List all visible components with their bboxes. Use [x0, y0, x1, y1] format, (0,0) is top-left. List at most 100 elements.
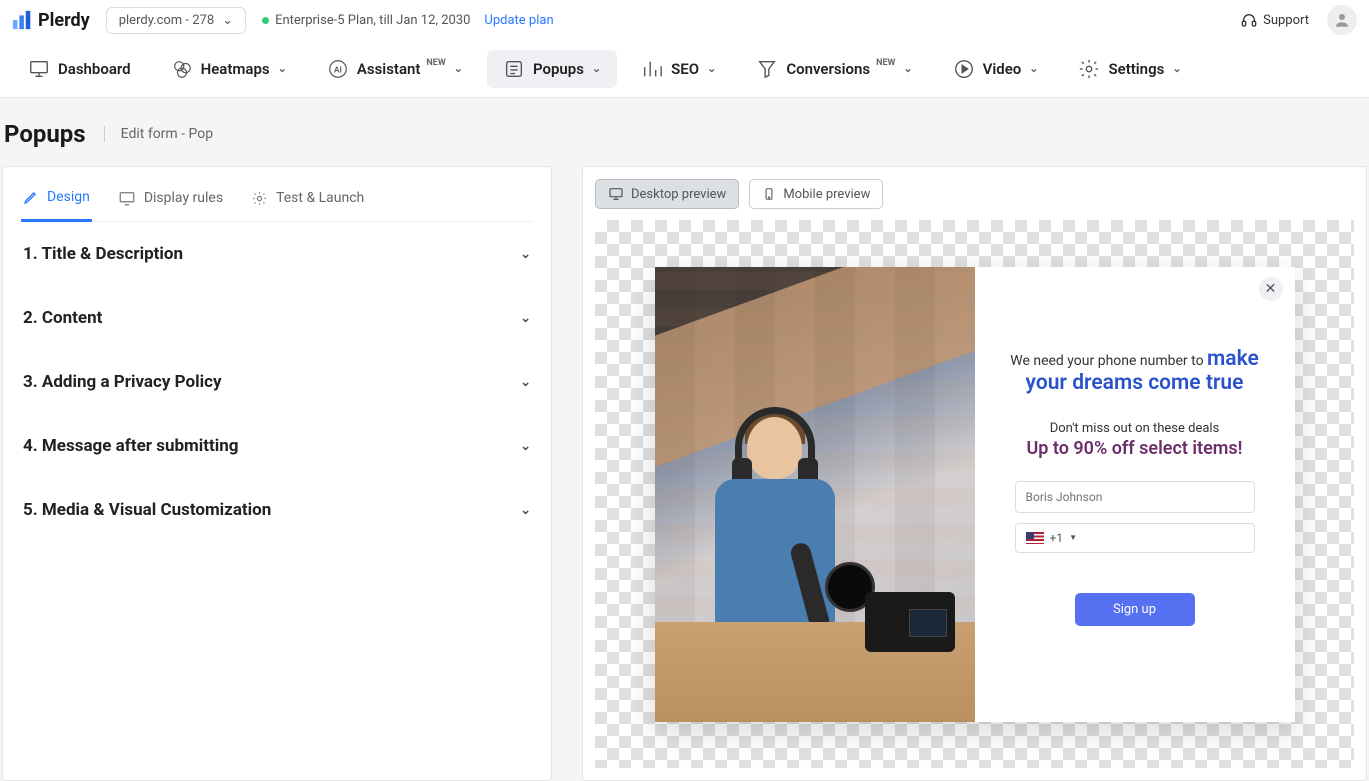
site-selector-label: plerdy.com - 278 — [119, 13, 214, 28]
plerdy-logo-icon — [12, 9, 34, 31]
brand-name: Plerdy — [38, 10, 90, 31]
section-label: 3. Adding a Privacy Policy — [23, 372, 222, 392]
nav-heatmaps[interactable]: Heatmaps ⌄ — [155, 50, 303, 88]
nav-video-label: Video — [983, 60, 1022, 78]
section-label: 1. Title & Description — [23, 244, 183, 264]
new-badge: NEW — [876, 58, 895, 68]
nav-popups-label: Popups — [533, 60, 584, 78]
nav-settings[interactable]: Settings ⌄ — [1062, 50, 1197, 88]
editor-tabs: Design Display rules Test & Launch — [21, 167, 533, 222]
nav-dashboard[interactable]: Dashboard — [12, 50, 147, 88]
new-badge: NEW — [426, 58, 445, 68]
workspace: Design Display rules Test & Launch 1. Ti… — [0, 166, 1369, 781]
mobile-icon — [762, 186, 776, 202]
user-avatar[interactable] — [1327, 5, 1357, 35]
close-button[interactable]: ✕ — [1259, 277, 1283, 301]
heatmap-icon — [171, 58, 193, 80]
nav-seo[interactable]: SEO ⌄ — [625, 50, 732, 88]
topbar: Plerdy plerdy.com - 278 ⌄ Enterprise-5 P… — [0, 0, 1369, 40]
mobile-preview-button[interactable]: Mobile preview — [749, 179, 883, 209]
desktop-preview-button[interactable]: Desktop preview — [595, 179, 739, 209]
tab-display-label: Display rules — [144, 190, 223, 206]
popup-preview: ✕ We need your phone number to make your… — [655, 267, 1295, 722]
tab-test-launch[interactable]: Test & Launch — [249, 179, 366, 221]
support-link[interactable]: Support — [1241, 12, 1309, 28]
chevron-down-icon: ⌄ — [520, 311, 531, 326]
chevron-down-icon: ⌄ — [1029, 62, 1038, 75]
signup-button[interactable]: Sign up — [1075, 593, 1195, 626]
chevron-down-icon: ⌄ — [1172, 62, 1181, 75]
status-dot-icon — [262, 17, 269, 24]
chevron-down-icon: ⌄ — [222, 13, 233, 28]
page-title: Popups — [4, 120, 86, 148]
popups-icon — [503, 58, 525, 80]
page-header: Popups Edit form - Pop — [0, 98, 1369, 166]
mobile-preview-label: Mobile preview — [783, 187, 870, 202]
person-icon — [1333, 11, 1351, 29]
section-title-description[interactable]: 1. Title & Description⌄ — [21, 222, 533, 286]
section-label: 4. Message after submitting — [23, 436, 239, 456]
tab-test-label: Test & Launch — [276, 190, 364, 206]
display-icon — [118, 189, 136, 207]
section-privacy-policy[interactable]: 3. Adding a Privacy Policy ⌄ — [21, 350, 533, 414]
svg-text:AI: AI — [334, 65, 342, 75]
chevron-down-icon: ⌄ — [520, 375, 531, 390]
update-plan-link[interactable]: Update plan — [484, 13, 553, 28]
brand-logo[interactable]: Plerdy — [12, 9, 90, 31]
headset-icon — [1241, 12, 1257, 28]
play-icon — [953, 58, 975, 80]
phone-input[interactable]: +1 ▼ — [1015, 523, 1255, 553]
desktop-preview-label: Desktop preview — [631, 187, 726, 202]
tab-design[interactable]: Design — [21, 179, 92, 222]
plan-info: Enterprise-5 Plan, till Jan 12, 2030 Upd… — [262, 13, 554, 28]
nav-assistant-label: Assistant — [357, 60, 421, 78]
pencil-icon — [23, 189, 39, 205]
popup-subtext-a: Don't miss out on these deals — [1050, 421, 1220, 436]
ai-icon: AI — [327, 58, 349, 80]
support-label: Support — [1263, 13, 1309, 28]
funnel-icon — [756, 58, 778, 80]
chevron-down-icon: ⌄ — [592, 62, 601, 75]
popup-content: ✕ We need your phone number to make your… — [975, 267, 1295, 722]
nav-video[interactable]: Video ⌄ — [937, 50, 1055, 88]
main-nav: Dashboard Heatmaps ⌄ AI Assistant NEW ⌄ … — [0, 40, 1369, 98]
popup-image — [655, 267, 975, 722]
section-label: 2. Content — [23, 308, 102, 328]
name-input[interactable] — [1015, 481, 1255, 513]
nav-dashboard-label: Dashboard — [58, 60, 131, 78]
popup-heading-a: We need your phone number to — [1010, 353, 1207, 369]
nav-popups[interactable]: Popups ⌄ — [487, 50, 617, 88]
site-selector[interactable]: plerdy.com - 278 ⌄ — [106, 7, 246, 34]
nav-conversions-label: Conversions — [786, 60, 870, 78]
popup-subtext-b: Up to 90% off select items! — [1026, 438, 1242, 459]
nav-conversions[interactable]: Conversions NEW ⌄ — [740, 50, 928, 88]
preview-panel: Desktop preview Mobile preview ✕ — [582, 166, 1367, 781]
nav-seo-label: SEO — [671, 60, 699, 78]
section-media-visual[interactable]: 5. Media & Visual Customization ⌄ — [21, 478, 533, 542]
chevron-down-icon: ⌄ — [520, 439, 531, 454]
section-content[interactable]: 2. Content ⌄ — [21, 286, 533, 350]
tab-display-rules[interactable]: Display rules — [116, 179, 225, 221]
chevron-down-icon: ⌄ — [278, 62, 287, 75]
nav-assistant[interactable]: AI Assistant NEW ⌄ — [311, 50, 479, 88]
nav-heatmaps-label: Heatmaps — [201, 60, 270, 78]
chevron-down-icon: ▼ — [1069, 533, 1077, 542]
popup-heading: We need your phone number to make your d… — [995, 347, 1275, 395]
chevron-down-icon: ⌄ — [903, 62, 912, 75]
chevron-down-icon: ⌄ — [707, 62, 716, 75]
preview-controls: Desktop preview Mobile preview — [595, 179, 1354, 209]
desktop-icon — [608, 186, 624, 202]
section-message-after-submit[interactable]: 4. Message after submitting ⌄ — [21, 414, 533, 478]
plan-text: Enterprise-5 Plan, till Jan 12, 2030 — [275, 13, 470, 28]
dial-code: +1 — [1050, 531, 1064, 545]
section-label: 5. Media & Visual Customization — [23, 500, 271, 520]
close-icon: ✕ — [1265, 281, 1277, 297]
monitor-icon — [28, 58, 50, 80]
tab-design-label: Design — [47, 189, 90, 205]
nav-settings-label: Settings — [1108, 60, 1164, 78]
chevron-down-icon: ⌄ — [520, 503, 531, 518]
gear-icon — [251, 190, 268, 207]
editor-panel: Design Display rules Test & Launch 1. Ti… — [2, 166, 552, 781]
preview-canvas: ✕ We need your phone number to make your… — [595, 220, 1354, 768]
seo-icon — [641, 58, 663, 80]
